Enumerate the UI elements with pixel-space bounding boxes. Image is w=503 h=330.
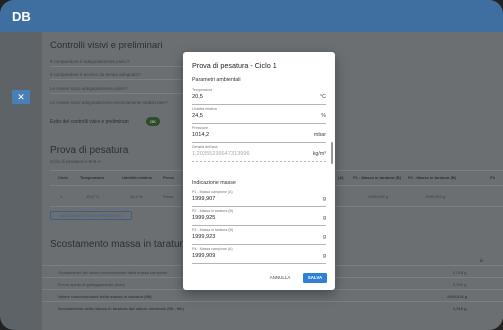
table-header: (A) — [338, 175, 344, 180]
weighing-title: Prova di pesatura — [50, 145, 129, 156]
mass-section-title: Indicazione masse — [192, 180, 236, 186]
row-value: 0,016 g — [453, 270, 467, 275]
field-label: Umidità relativa — [192, 107, 217, 111]
field-value: 1,20355236647313996 — [192, 151, 250, 157]
table-cell: 1 — [60, 194, 63, 199]
field-unit: g — [323, 234, 326, 240]
temperature-field[interactable]: Temperatura 20,5 °C — [192, 88, 326, 108]
field-value: 20,5 — [192, 94, 203, 100]
dialog-scrollbar[interactable] — [331, 142, 333, 164]
field-unit: mbar — [313, 132, 326, 138]
close-icon: ✕ — [17, 92, 25, 102]
field-underline — [192, 263, 326, 264]
app-window: DB ✕ Controlli visivi e preliminari Il c… — [0, 0, 503, 330]
field-underline — [192, 225, 326, 226]
field-label: P2 - Massa in taratura (B) — [192, 209, 234, 213]
row-value: 0,000 g — [453, 282, 467, 287]
field-underline — [192, 123, 326, 124]
field-value: 1999,909 — [192, 253, 216, 259]
field-unit: kg/m³ — [312, 151, 326, 157]
field-label: P1 - Massa campione (A) — [192, 190, 233, 194]
table-header: Ü — [480, 258, 483, 263]
mass-p1-field[interactable]: P1 - Massa campione (A) 1999,907 g — [192, 190, 326, 210]
row-label: Valore convenzionale della massa in tara… — [58, 294, 152, 299]
mass-p3-field[interactable]: P3 - Massa in taratura (B) 1999,923 g — [192, 228, 326, 248]
field-label: Pressione — [192, 126, 208, 130]
air-density-field: Densità dell'aria 1,20355236647313996 kg… — [192, 145, 326, 165]
app-brand: DB — [12, 9, 31, 24]
controls-result-label: Esito dei controlli visivi e preliminari — [50, 119, 129, 125]
mass-p4-field[interactable]: P4 - Massa campione (A) 1999,909 g — [192, 247, 326, 267]
field-unit: g — [323, 253, 326, 259]
field-unit: °C — [320, 94, 326, 100]
field-label: Densità dell'aria — [192, 145, 218, 149]
field-value: 1999,923 — [192, 234, 216, 240]
save-button[interactable]: SALVA — [303, 273, 327, 283]
table-cell: 24,5 % — [130, 194, 143, 199]
row-value: 2000,016 g — [447, 294, 468, 299]
table-cell: 1999,925 g — [368, 194, 389, 199]
field-underline — [192, 104, 326, 105]
field-value: 24,5 — [192, 113, 203, 119]
field-underline — [192, 206, 326, 207]
row-label: Errore spinta di galleggiamento (hmb) — [58, 282, 125, 287]
field-unit: g — [323, 215, 326, 221]
row-label: Scostamento del valore convenzionale del… — [58, 270, 168, 275]
table-header: Ciclo — [58, 175, 68, 180]
control-item: Le masse sono adeguatamente termicamente… — [50, 100, 168, 105]
control-item: Il comparatore è adeguatamente pulito? — [50, 59, 130, 64]
table-header: P2 - Massa in taratura (B) — [408, 175, 457, 180]
add-cycle-button[interactable]: AGGIUNGI CICLO DI PESATURA — [50, 211, 132, 220]
control-item: Il comparatore è acceso da tempo adeguat… — [50, 72, 141, 77]
field-underline — [192, 244, 326, 245]
field-underline — [192, 161, 326, 162]
weighing-cycle: Ciclo di pesatura A-B-B-A — [50, 159, 102, 164]
table-row: Scostamento della massa in taratura dal … — [42, 301, 503, 313]
field-label: Temperatura — [192, 88, 213, 92]
table-cell: 1999,923 g — [425, 194, 446, 199]
field-value: 1999,907 — [192, 196, 216, 202]
table-header: P1 - Massa in taratura (B) — [353, 175, 402, 180]
table-header: Press — [163, 175, 174, 180]
control-item: Le masse sono adeguatamente pulite? — [50, 86, 128, 91]
cancel-button[interactable]: ANNULLA — [265, 273, 295, 283]
table-row: Valore convenzionale della massa in tara… — [42, 289, 503, 301]
field-value: 1999,925 — [192, 215, 216, 221]
dialog-actions: ANNULLA SALVA — [247, 273, 327, 283]
top-app-bar: DB — [0, 0, 503, 32]
field-unit: g — [323, 196, 326, 202]
table-header: P3 — [490, 175, 495, 180]
mass-p2-field[interactable]: P2 - Massa in taratura (B) 1999,925 g — [192, 209, 326, 229]
table-header: Temperatura — [80, 175, 104, 180]
controls-title: Controlli visivi e preliminari — [50, 40, 163, 51]
field-underline — [192, 142, 326, 143]
side-tab-button[interactable]: ✕ — [12, 90, 30, 104]
field-label: P3 - Massa in taratura (B) — [192, 228, 234, 232]
status-badge: OK — [146, 117, 160, 126]
field-value: 1014,2 — [192, 132, 210, 138]
humidity-field[interactable]: Umidità relativa 24,5 % — [192, 107, 326, 127]
row-label: Scostamento della massa in taratura dal … — [58, 306, 184, 311]
row-value: 0,016 g — [453, 306, 467, 311]
table-header: Umidità relativa — [122, 175, 152, 180]
weighing-cycle-dialog: Prova di pesatura - Ciclo 1 Parametri am… — [183, 52, 335, 290]
pressure-field[interactable]: Pressione 1014,2 mbar — [192, 126, 326, 146]
env-section-title: Parametri ambientali — [192, 77, 241, 83]
dialog-title: Prova di pesatura - Ciclo 1 — [192, 61, 277, 70]
table-cell: 20,5 °C — [86, 194, 100, 199]
field-unit: % — [321, 113, 326, 119]
field-label: P4 - Massa campione (A) — [192, 247, 233, 251]
table-cell: Press — [163, 194, 174, 199]
